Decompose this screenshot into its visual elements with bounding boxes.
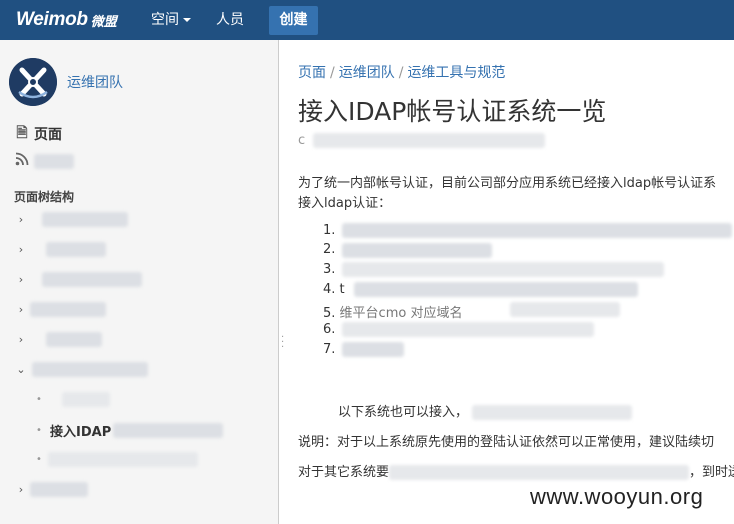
nav-spaces-menu[interactable]: 空间 bbox=[151, 0, 191, 40]
tree-item[interactable]: › bbox=[14, 299, 106, 319]
chevron-right-icon[interactable]: › bbox=[14, 273, 28, 286]
space-avatar[interactable] bbox=[9, 58, 57, 106]
top-navigation-bar: Weimob 微盟 空间 人员 创建 bbox=[0, 0, 734, 40]
intro-line-1: 为了统一内部帐号认证，目前公司部分应用系统已经接入ldap帐号认证系 bbox=[298, 176, 717, 191]
sidebar-pages-link[interactable]: 🗎 页面 bbox=[14, 122, 62, 146]
chevron-right-icon[interactable]: › bbox=[14, 213, 28, 226]
note-line: 说明：对于以上系统原先使用的登陆认证依然可以正常使用，建议陆续切 bbox=[298, 435, 715, 450]
blurred-text bbox=[313, 133, 546, 148]
list-item-number: 6. bbox=[323, 322, 336, 337]
blurred-text bbox=[62, 391, 110, 407]
blurred-text bbox=[46, 331, 102, 347]
sidebar-blog-link[interactable] bbox=[14, 152, 74, 170]
space-logo-icon bbox=[9, 58, 57, 106]
blurred-text bbox=[472, 405, 633, 420]
blurred-text bbox=[46, 241, 106, 257]
blurred-text bbox=[389, 465, 690, 480]
blurred-text bbox=[34, 153, 74, 169]
item5-text: 维平台cmo 对应域名 bbox=[339, 306, 463, 321]
current-page-label: 接入IDAP bbox=[50, 424, 112, 440]
list-item-number: 5. 维平台cmo 对应域名 bbox=[323, 302, 462, 321]
list-item-number: 7. bbox=[323, 342, 336, 357]
space-sidebar: 运维团队 🗎 页面 页面树结构 › › › › › ⌄ • • 接入IDAP •… bbox=[0, 40, 279, 524]
blurred-text bbox=[30, 301, 106, 317]
blurred-list-text bbox=[342, 342, 404, 357]
page-tree-heading: 页面树结构 bbox=[14, 190, 75, 204]
logo-text: Weimob bbox=[16, 9, 88, 30]
blurred-list-text bbox=[342, 243, 492, 258]
blurred-list-text bbox=[342, 223, 732, 238]
list-number: 5. bbox=[323, 306, 336, 321]
blurred-text bbox=[48, 451, 198, 467]
blurred-list-text bbox=[342, 322, 594, 337]
bullet-icon: • bbox=[36, 453, 42, 465]
tree-item[interactable]: › bbox=[14, 239, 106, 259]
chevron-right-icon[interactable]: › bbox=[14, 483, 28, 496]
tree-item-expanded[interactable]: ⌄ bbox=[14, 359, 148, 379]
breadcrumb-pages[interactable]: 页面 bbox=[298, 65, 326, 81]
blurred-text bbox=[42, 211, 128, 227]
create-button[interactable]: 创建 bbox=[269, 6, 318, 35]
intro-line-2: 接入ldap认证： bbox=[298, 196, 392, 211]
other-systems-line: 对于其它系统要 ，到时送 bbox=[298, 461, 734, 480]
list-item-number: 1. bbox=[323, 223, 336, 238]
bullet-icon: • bbox=[36, 424, 42, 436]
tree-item[interactable]: › bbox=[14, 269, 142, 289]
other-suffix: ，到时送 bbox=[689, 465, 734, 480]
byline-prefix: c bbox=[298, 133, 306, 148]
chevron-down-icon bbox=[183, 18, 191, 22]
tree-item[interactable]: › bbox=[14, 479, 88, 499]
page-title: 接入IDAP帐号认证系统一览 bbox=[298, 97, 607, 126]
chevron-right-icon[interactable]: › bbox=[14, 303, 28, 316]
blurred-text bbox=[32, 361, 148, 377]
blurred-text bbox=[42, 271, 142, 287]
list-number: 4. bbox=[323, 282, 336, 297]
tree-child-item[interactable]: • bbox=[32, 449, 198, 469]
tree-child-item-current[interactable]: • 接入IDAP bbox=[32, 420, 224, 440]
tree-item[interactable]: › bbox=[14, 329, 102, 349]
space-name-link[interactable]: 运维团队 bbox=[67, 72, 123, 92]
breadcrumb-separator: / bbox=[330, 65, 335, 81]
breadcrumb-space[interactable]: 运维团队 bbox=[339, 65, 395, 81]
also-text-label: 以下系统也可以接入， bbox=[338, 405, 469, 420]
chevron-down-icon[interactable]: ⌄ bbox=[14, 363, 28, 376]
also-text: 以下系统也可以接入， bbox=[338, 401, 633, 420]
rss-icon bbox=[14, 152, 30, 170]
weimob-logo[interactable]: Weimob 微盟 bbox=[16, 9, 117, 31]
blurred-list-text bbox=[510, 302, 620, 317]
blurred-text bbox=[113, 422, 224, 438]
nav-spaces-label: 空间 bbox=[151, 12, 179, 28]
pages-icon: 🗎 bbox=[16, 125, 28, 141]
list-item-number: 4. t bbox=[323, 282, 345, 297]
byline: c bbox=[298, 133, 546, 148]
other-prefix: 对于其它系统要 bbox=[298, 465, 390, 480]
tree-child-item[interactable]: • bbox=[32, 389, 110, 409]
nav-people-link[interactable]: 人员 bbox=[216, 0, 244, 40]
logo-cn-text: 微盟 bbox=[90, 14, 117, 30]
item4-prefix: t bbox=[339, 282, 345, 297]
tree-item[interactable]: › bbox=[14, 209, 128, 229]
list-item-number: 3. bbox=[323, 262, 336, 277]
breadcrumb-separator: / bbox=[398, 65, 404, 81]
list-item-number: 2. bbox=[323, 242, 336, 257]
blurred-list-text bbox=[342, 262, 664, 277]
blurred-list-text bbox=[354, 282, 638, 297]
bullet-icon: • bbox=[36, 393, 42, 405]
blurred-text bbox=[30, 481, 88, 497]
chevron-right-icon[interactable]: › bbox=[14, 333, 28, 346]
watermark: www.wooyun.org bbox=[530, 484, 704, 509]
breadcrumb-parent[interactable]: 运维工具与规范 bbox=[407, 65, 505, 81]
chevron-right-icon[interactable]: › bbox=[14, 243, 28, 256]
breadcrumb: 页面 / 运维团队 / 运维工具与规范 bbox=[298, 62, 505, 82]
page-content: 页面 / 运维团队 / 运维工具与规范 接入IDAP帐号认证系统一览 c 为了统一内部帐… bbox=[280, 40, 734, 524]
sidebar-pages-label: 页面 bbox=[34, 127, 62, 143]
nav-people-label: 人员 bbox=[216, 12, 244, 28]
